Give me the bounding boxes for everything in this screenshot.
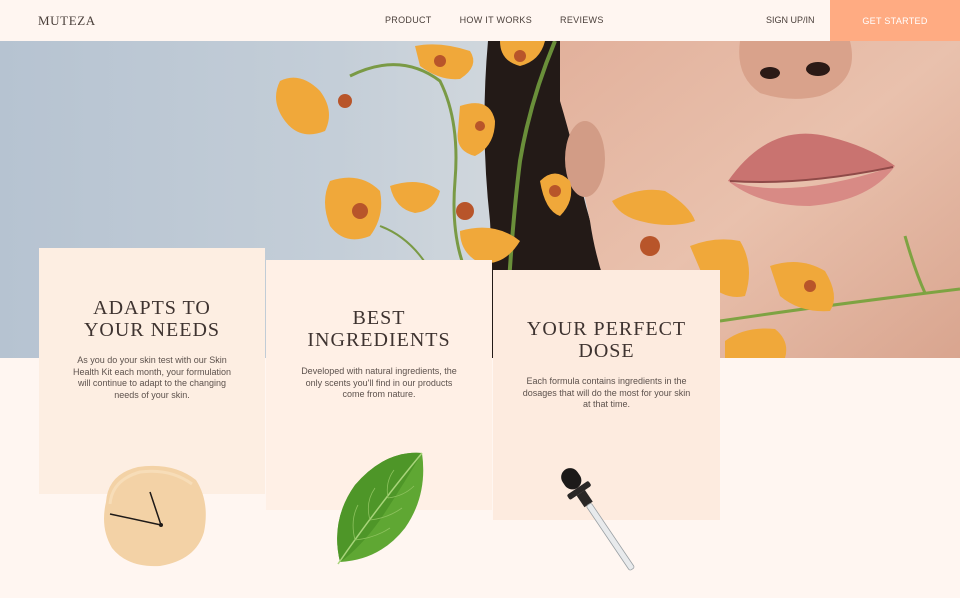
feature-title-line2: INGREDIENTS	[307, 329, 451, 351]
nav-link-how-it-works[interactable]: HOW IT WORKS	[460, 15, 532, 25]
feature-description: As you do your skin test with our Skin H…	[72, 355, 232, 400]
brand-logo[interactable]: MUTEZA	[38, 13, 96, 29]
nav-link-product[interactable]: PRODUCT	[385, 15, 432, 25]
sign-up-link[interactable]: SIGN UP/IN	[766, 15, 815, 25]
feature-title-line1: ADAPTS TO	[93, 297, 211, 319]
feature-description: Developed with natural ingredients, the …	[301, 366, 457, 399]
feature-title-line2: YOUR NEEDS	[83, 319, 221, 341]
feature-title-line1: BEST	[352, 307, 406, 329]
top-nav: MUTEZA PRODUCT HOW IT WORKS REVIEWS SIGN…	[0, 0, 960, 41]
feature-title-line2: DOSE	[578, 340, 635, 362]
feature-title-line1: YOUR PERFECT	[526, 318, 687, 340]
nav-links: PRODUCT HOW IT WORKS REVIEWS	[385, 15, 604, 25]
feature-title: YOUR PERFECT DOSE	[493, 318, 720, 362]
feature-title: BEST INGREDIENTS	[266, 307, 492, 351]
dropper-icon	[561, 468, 635, 571]
get-started-button[interactable]: GET STARTED	[830, 0, 960, 41]
feature-title: ADAPTS TO YOUR NEEDS	[39, 297, 265, 341]
feature-card-adapts: ADAPTS TO YOUR NEEDS As you do your skin…	[39, 248, 265, 494]
leaf-icon	[337, 452, 424, 565]
nav-link-reviews[interactable]: REVIEWS	[560, 15, 604, 25]
clock-icon	[104, 465, 206, 567]
feature-description: Each formula contains ingredients in the…	[522, 376, 691, 409]
